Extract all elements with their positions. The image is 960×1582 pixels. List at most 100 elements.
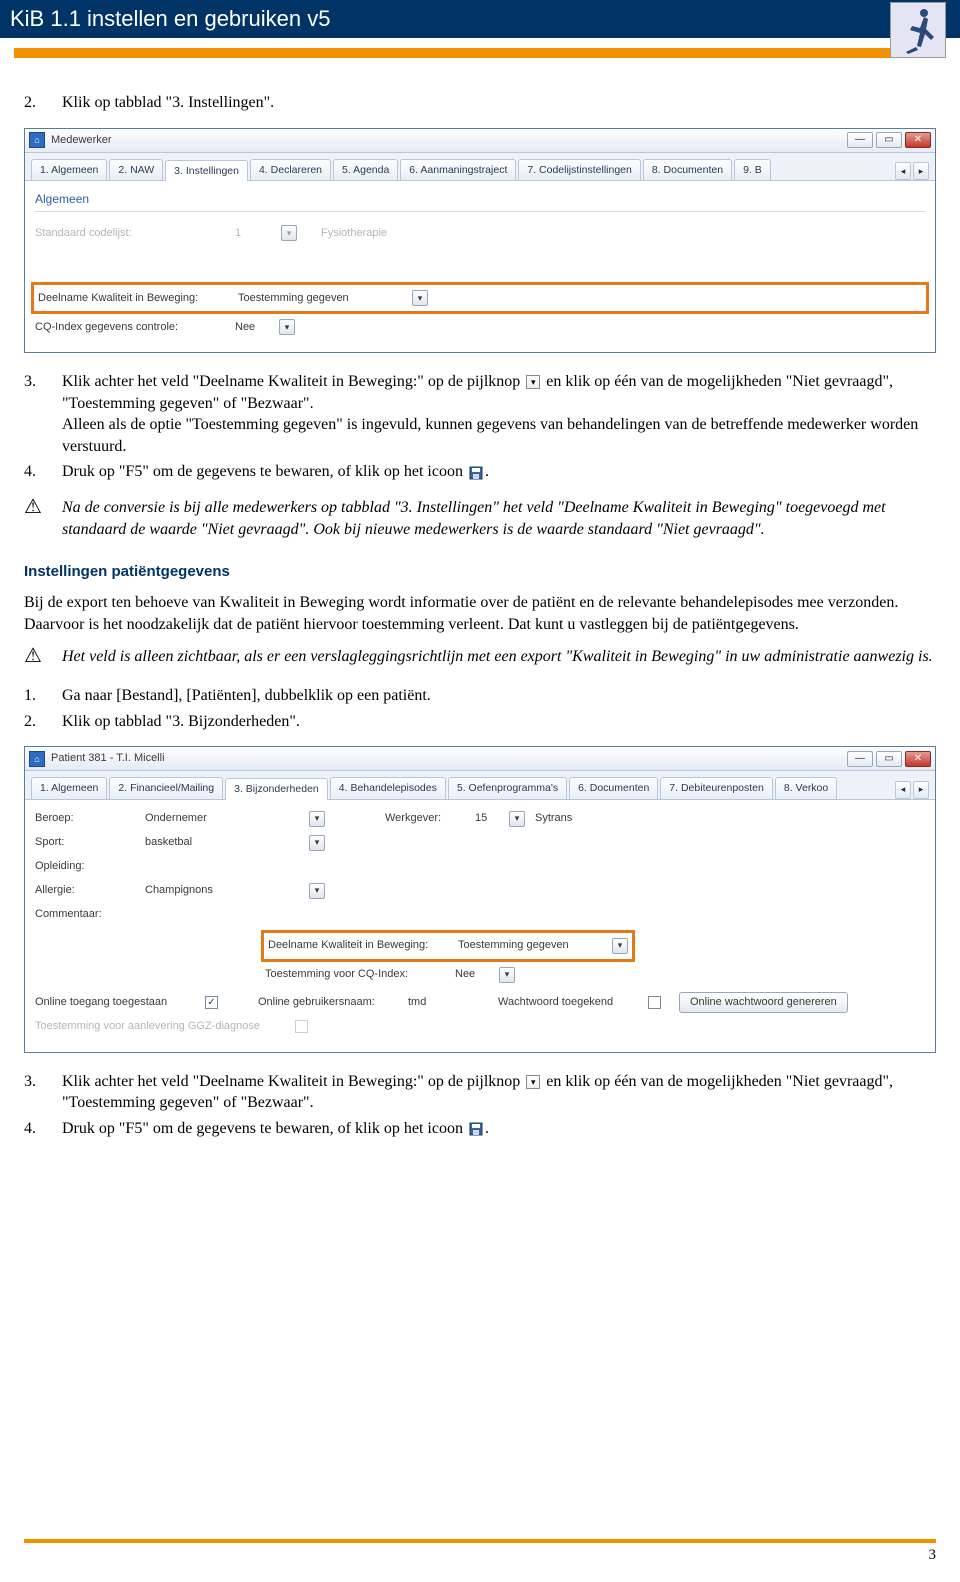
field-label: Deelname Kwaliteit in Beweging: [268, 938, 458, 953]
step-text: Klik achter het veld "Deelname Kwaliteit… [62, 1071, 936, 1114]
tab-scroll-right[interactable]: ▸ [913, 781, 929, 799]
window-titlebar: ⌂ Medewerker — ▭ ✕ [25, 129, 935, 153]
form-row-codelijst: Standaard codelijst: 1 ▾ Fysiotherapie [35, 222, 925, 244]
form-row-deelname: Deelname Kwaliteit in Beweging: Toestemm… [38, 287, 922, 309]
field-label: Werkgever: [385, 811, 475, 826]
tab-algemeen[interactable]: 1. Algemeen [31, 159, 107, 180]
dropdown-arrow-icon: ▾ [526, 375, 540, 389]
tab-bijzonderheden[interactable]: 3. Bijzonderheden [225, 778, 328, 799]
dropdown-icon[interactable]: ▾ [612, 938, 628, 954]
tab-verkoop-partial[interactable]: 8. Verkoo [775, 777, 837, 798]
dropdown-icon[interactable]: ▾ [412, 290, 428, 306]
highlighted-field: Deelname Kwaliteit in Beweging: Toestemm… [261, 930, 635, 962]
field-label: Deelname Kwaliteit in Beweging: [38, 291, 238, 306]
header-logo [890, 2, 946, 58]
field-value: Toestemming gegeven [238, 291, 408, 306]
tab-financieel[interactable]: 2. Financieel/Mailing [109, 777, 223, 798]
tab-aanmaningstraject[interactable]: 6. Aanmaningstraject [400, 159, 516, 180]
tab-instellingen[interactable]: 3. Instellingen [165, 160, 248, 181]
field-value: Nee [455, 967, 495, 982]
close-button[interactable]: ✕ [905, 132, 931, 148]
form-row-deelname: Deelname Kwaliteit in Beweging: Toestemm… [268, 935, 628, 957]
step-item: 3. Klik achter het veld "Deelname Kwalit… [24, 371, 936, 457]
field-value: 1 [235, 226, 277, 241]
step-text: Druk op "F5" om de gegevens te bewaren, … [62, 1118, 936, 1140]
step-list-a: 2. Klik op tabblad "3. Instellingen". [24, 92, 936, 114]
tab-scroll-right[interactable]: ▸ [913, 162, 929, 180]
step-number: 2. [24, 92, 62, 114]
field-label: Online toegang toegestaan [35, 995, 205, 1010]
screenshot-medewerker-window: ⌂ Medewerker — ▭ ✕ 1. Algemeen 2. NAW 3.… [24, 128, 936, 353]
tab-declareren[interactable]: 4. Declareren [250, 159, 331, 180]
document-title: KiB 1.1 instellen en gebruiken v5 [10, 6, 330, 32]
step-text: Druk op "F5" om de gegevens te bewaren, … [62, 461, 936, 483]
dropdown-icon[interactable]: ▾ [281, 225, 297, 241]
step-number: 3. [24, 371, 62, 457]
maximize-button[interactable]: ▭ [876, 132, 902, 148]
tab-codelijstinstellingen[interactable]: 7. Codelijstinstellingen [518, 159, 640, 180]
page-footer: 3 [24, 1539, 936, 1564]
note-block: ⚠ Het veld is alleen zichtbaar, als er e… [24, 646, 936, 668]
window-body: Beroep: Ondernemer ▾ Werkgever: 15 ▾ Syt… [25, 800, 935, 1052]
tab-bar: 1. Algemeen 2. Financieel/Mailing 3. Bij… [25, 771, 935, 799]
step-item: 2. Klik op tabblad "3. Bijzonderheden". [24, 711, 936, 733]
field-value: tmd [408, 995, 458, 1010]
screenshot-patient-window: ⌂ Patient 381 - T.I. Micelli — ▭ ✕ 1. Al… [24, 746, 936, 1052]
dropdown-icon[interactable]: ▾ [309, 835, 325, 851]
step-number: 3. [24, 1071, 62, 1114]
field-desc: Fysiotherapie [321, 226, 387, 241]
field-label: Standaard codelijst: [35, 226, 235, 241]
dropdown-icon[interactable]: ▾ [499, 967, 515, 983]
checkbox-online-toegang[interactable]: ✓ [205, 996, 218, 1009]
field-label: Wachtwoord toegekend [498, 995, 648, 1010]
page-number: 3 [24, 1547, 936, 1564]
tab-documenten[interactable]: 6. Documenten [569, 777, 658, 798]
tab-debiteurenposten[interactable]: 7. Debiteurenposten [660, 777, 773, 798]
step-item: 4. Druk op "F5" om de gegevens te beware… [24, 1118, 936, 1140]
field-label: Online gebruikersnaam: [258, 995, 408, 1010]
fieldset-label: Algemeen [35, 191, 925, 207]
field-label: Toestemming voor CQ-Index: [265, 967, 455, 982]
step-text: Klik achter het veld "Deelname Kwaliteit… [62, 371, 936, 457]
form-row-cq: Toestemming voor CQ-Index: Nee ▾ [265, 964, 925, 986]
step-text: Ga naar [Bestand], [Patiënten], dubbelkl… [62, 685, 936, 707]
minimize-button[interactable]: — [847, 132, 873, 148]
field-value: Sytrans [535, 811, 572, 826]
checkbox-wachtwoord[interactable] [648, 996, 661, 1009]
step-item: 3. Klik achter het veld "Deelname Kwalit… [24, 1071, 936, 1114]
tab-naw[interactable]: 2. NAW [109, 159, 163, 180]
generate-password-button[interactable]: Online wachtwoord genereren [679, 992, 848, 1013]
tab-behandelepisodes[interactable]: 4. Behandelepisodes [330, 777, 446, 798]
warning-icon: ⚠ [24, 497, 62, 540]
dropdown-icon[interactable]: ▾ [509, 811, 525, 827]
tab-documenten[interactable]: 8. Documenten [643, 159, 732, 180]
form-row-opleiding: Opleiding: [35, 856, 925, 878]
header-rule [14, 48, 946, 58]
document-header: KiB 1.1 instellen en gebruiken v5 [0, 0, 960, 38]
tab-agenda[interactable]: 5. Agenda [333, 159, 398, 180]
step-list-a2: 3. Klik achter het veld "Deelname Kwalit… [24, 371, 936, 483]
tab-algemeen[interactable]: 1. Algemeen [31, 777, 107, 798]
window-titlebar: ⌂ Patient 381 - T.I. Micelli — ▭ ✕ [25, 747, 935, 771]
runner-icon [898, 6, 938, 54]
step-text: Klik op tabblad "3. Instellingen". [62, 92, 936, 114]
form-row-allergie: Allergie: Champignons ▾ [35, 880, 925, 902]
note-block: ⚠ Na de conversie is bij alle medewerker… [24, 497, 936, 540]
step-number: 4. [24, 1118, 62, 1140]
tab-oefenprogramma[interactable]: 5. Oefenprogramma's [448, 777, 567, 798]
tab-b-partial[interactable]: 9. B [734, 159, 771, 180]
note-text: Het veld is alleen zichtbaar, als er een… [62, 646, 936, 668]
tab-scroll-left[interactable]: ◂ [895, 781, 911, 799]
tab-scroll-left[interactable]: ◂ [895, 162, 911, 180]
dropdown-icon[interactable]: ▾ [309, 811, 325, 827]
dropdown-icon[interactable]: ▾ [279, 319, 295, 335]
note-text: Na de conversie is bij alle medewerkers … [62, 497, 936, 540]
form-row-beroep: Beroep: Ondernemer ▾ Werkgever: 15 ▾ Syt… [35, 808, 925, 830]
close-button[interactable]: ✕ [905, 751, 931, 767]
step-item: 4. Druk op "F5" om de gegevens te beware… [24, 461, 936, 483]
maximize-button[interactable]: ▭ [876, 751, 902, 767]
dropdown-arrow-icon: ▾ [526, 1075, 540, 1089]
step-item: 2. Klik op tabblad "3. Instellingen". [24, 92, 936, 114]
dropdown-icon[interactable]: ▾ [309, 883, 325, 899]
minimize-button[interactable]: — [847, 751, 873, 767]
